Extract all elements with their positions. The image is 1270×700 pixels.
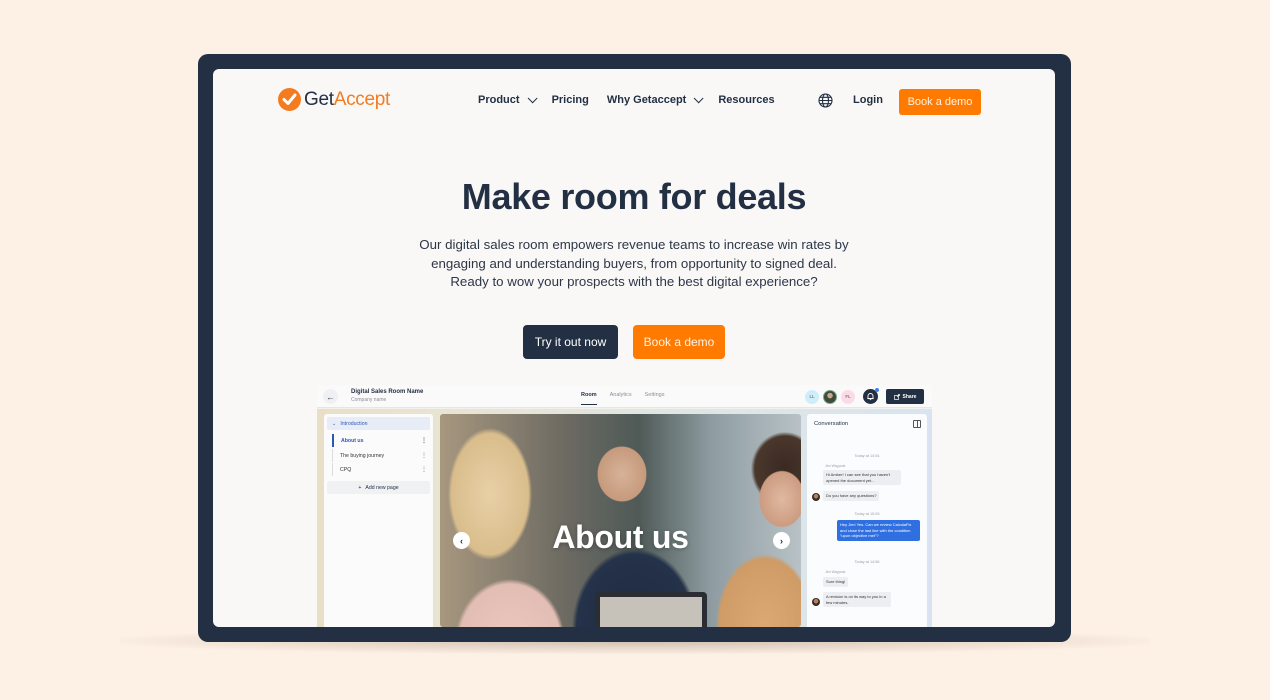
avatar: [812, 598, 820, 606]
laptop-image: [595, 592, 707, 627]
message-bubble: Hi Amber! I can see that you haven't ope…: [823, 470, 901, 485]
message-bubble: Sure thing!: [823, 577, 849, 587]
bell-icon[interactable]: [863, 388, 879, 404]
chevron-down-icon: ⌄: [332, 420, 337, 427]
tab-room[interactable]: Room: [581, 392, 597, 405]
nav-pricing[interactable]: Pricing: [552, 94, 589, 106]
brand-name: GetAccept: [304, 88, 391, 110]
nav-product[interactable]: Product: [478, 92, 538, 106]
login-link[interactable]: Login: [853, 94, 883, 106]
message-timestamp: Today at 14:54: [854, 454, 880, 458]
section-introduction[interactable]: ⌄ Introduction: [327, 417, 430, 430]
plus-icon: +: [358, 484, 362, 491]
message-timestamp: Today at 14:56: [854, 560, 880, 564]
message-sender: Jim Waypost: [825, 570, 846, 574]
navbar: GetAccept Product Pricing Why Getaccept …: [213, 69, 1055, 133]
message-bubble: Hey Jim! Yes. Can we review CalculaFix a…: [837, 520, 920, 541]
brand-logo[interactable]: GetAccept: [278, 88, 390, 111]
message-sender: Jim Waypost: [825, 464, 846, 468]
message-bubble: Do you have any questions?: [823, 491, 880, 501]
avatar[interactable]: LL: [805, 389, 819, 404]
share-button[interactable]: Share: [886, 389, 924, 404]
conversation-title: Conversation: [814, 421, 849, 427]
chevron-right-icon[interactable]: ›: [773, 532, 790, 549]
globe-icon[interactable]: [818, 93, 834, 109]
slide-title: About us: [552, 519, 689, 555]
room-name: Digital Sales Room Name: [351, 389, 424, 395]
pages-sidebar: ⌄ Introduction About us ⋮ The buying journ…: [324, 414, 433, 627]
checkmark-logo-icon: [278, 88, 301, 111]
hero-title: Make room for deals: [461, 176, 807, 217]
back-arrow-icon[interactable]: ←: [323, 389, 338, 404]
preview-tabs: Room Analytics Settings: [581, 392, 664, 405]
more-vertical-icon[interactable]: ⋮: [421, 452, 427, 459]
conversation-panel: Conversation Today at 14:54 Jim Waypost …: [807, 414, 927, 627]
message-timestamp: Today at 15:05: [854, 512, 880, 516]
book-demo-hero-button[interactable]: Book a demo: [633, 325, 725, 359]
try-it-out-button[interactable]: Try it out now: [523, 325, 618, 359]
hero-subtitle: Our digital sales room empowers revenue …: [419, 237, 849, 289]
preview-body: ⌄ Introduction About us ⋮ The buying journ…: [317, 409, 932, 627]
product-preview: ← Digital Sales Room Name Company name R…: [317, 385, 932, 627]
browser-screen: GetAccept Product Pricing Why Getaccept …: [213, 69, 1055, 627]
nav-resources[interactable]: Resources: [718, 94, 774, 106]
participant-avatars: LL FL Share: [805, 388, 924, 404]
about-us-slide: About us ‹ ›: [440, 414, 801, 627]
add-page-button[interactable]: + Add new page: [327, 481, 430, 494]
page-item-cpq[interactable]: CPQ ⋮: [332, 463, 430, 476]
main-nav: Product Pricing Why Getaccept Resources: [478, 92, 775, 106]
preview-topbar: ← Digital Sales Room Name Company name R…: [317, 385, 932, 408]
tab-settings[interactable]: Settings: [645, 392, 665, 405]
avatar: [812, 493, 820, 501]
avatar[interactable]: FL: [841, 389, 855, 404]
chevron-down-icon: [693, 92, 704, 103]
tab-analytics[interactable]: Analytics: [610, 392, 632, 405]
chevron-down-icon: [527, 92, 538, 103]
share-icon: [893, 393, 900, 400]
collapse-panel-icon[interactable]: [913, 420, 921, 428]
chevron-left-icon[interactable]: ‹: [453, 532, 470, 549]
more-vertical-icon[interactable]: ⋮: [421, 437, 427, 444]
more-vertical-icon[interactable]: ⋮: [421, 466, 427, 473]
avatar[interactable]: [823, 389, 837, 404]
book-demo-nav-button[interactable]: Book a demo: [899, 89, 981, 115]
nav-why-getaccept[interactable]: Why Getaccept: [607, 92, 704, 106]
laptop-frame: GetAccept Product Pricing Why Getaccept …: [198, 54, 1071, 642]
page-item-about-us[interactable]: About us ⋮: [332, 434, 430, 447]
company-name: Company name: [351, 397, 387, 403]
page-item-buying-journey[interactable]: The buying journey ⋮: [332, 449, 430, 462]
message-bubble: A revision is on its way to you in a few…: [823, 592, 891, 607]
